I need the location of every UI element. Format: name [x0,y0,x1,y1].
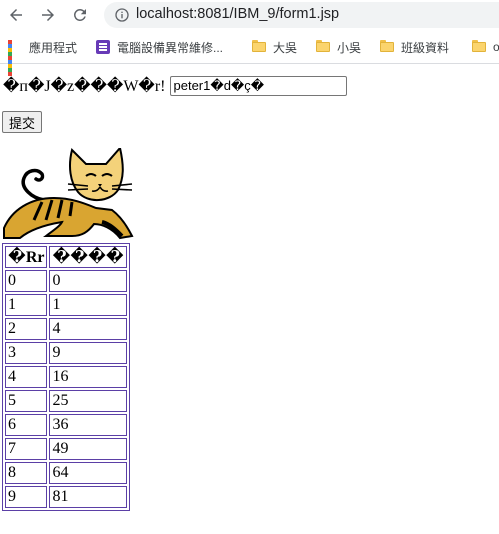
table-row: 00 [5,270,127,292]
folder-icon [252,40,266,54]
bookmarks-bar: 應用程式 電腦設備異常維修... 大吳 小吳 班級資料 o [0,30,499,76]
url-text[interactable]: localhost:8081/IBM_9/form1.jsp [136,6,339,22]
folder-icon [472,40,486,54]
name-prompt-label: �п�J�z���W�r! [3,78,166,95]
table-cell: 3 [5,342,48,364]
table-cell: 1 [5,294,48,316]
bookmark-label: 應用程式 [29,40,78,55]
squares-table: �Rr ���� 00 11 24 39 4 16 5 25 6 36 7 49 8 64… [2,243,130,511]
table-row: 39 [5,342,127,364]
bookmark-label: 小吳 [337,40,362,55]
bookmark-folder-dawu[interactable]: 大吳 [252,38,297,56]
bookmark-repair-form[interactable]: 電腦設備異常維修... [96,38,223,56]
name-input[interactable] [169,76,347,96]
table-row: 6 36 [5,414,127,436]
folder-icon [316,40,330,54]
table-cell: 25 [49,390,127,412]
forward-button[interactable] [36,3,60,27]
bookmark-label: o [493,40,499,54]
bookmark-folder-xiaowu[interactable]: 小吳 [316,38,361,56]
tomcat-logo [3,148,134,240]
bookmark-label: 班級資料 [401,40,450,55]
address-bar[interactable]: localhost:8081/IBM_9/form1.jsp [104,2,499,28]
table-cell: 81 [49,486,127,508]
table-cell: 0 [5,270,48,292]
table-cell: 9 [5,486,48,508]
table-row: 5 25 [5,390,127,412]
page-content: �п�J�z���W�r! 提交 �Rr ���� 00 11 24 [0,64,499,534]
reload-button[interactable] [68,3,92,27]
table-cell: 5 [5,390,48,412]
folder-icon [380,40,394,54]
table-cell: 16 [49,366,127,388]
table-row: 7 49 [5,438,127,460]
table-row: 9 81 [5,486,127,508]
table-cell: 64 [49,462,127,484]
table-row: 8 64 [5,462,127,484]
column-header: �Rr [5,246,48,268]
reload-icon [73,8,86,21]
table-cell: 6 [5,414,48,436]
table-cell: 8 [5,462,48,484]
table-cell: 36 [49,414,127,436]
back-button[interactable] [4,3,28,27]
table-cell: 7 [5,438,48,460]
table-cell: 0 [49,270,127,292]
table-header-row: �Rr ���� [5,246,127,268]
table-cell: 2 [5,318,48,340]
form-page-icon [96,40,110,54]
column-header: ���� [49,246,127,268]
submit-button[interactable]: 提交 [2,111,43,133]
table-cell: 9 [49,342,127,364]
table-cell: 4 [5,366,48,388]
bookmark-folder-overflow[interactable]: o [472,38,499,56]
info-icon[interactable] [114,7,130,23]
table-cell: 49 [49,438,127,460]
bookmark-label: 大吳 [273,40,298,55]
bookmark-label: 電腦設備異常維修... [117,40,224,55]
arrow-left-icon [10,9,22,21]
name-form-row: �п�J�z���W�r! [3,76,347,96]
apps-grid-icon [8,40,22,76]
table-row: 4 16 [5,366,127,388]
browser-toolbar: localhost:8081/IBM_9/form1.jsp [0,0,499,30]
bookmark-apps[interactable]: 應用程式 [8,38,78,76]
table-cell: 4 [49,318,127,340]
table-row: 11 [5,294,127,316]
arrow-right-icon [42,9,54,21]
table-row: 24 [5,318,127,340]
bookmark-folder-class[interactable]: 班級資料 [380,38,449,56]
table-cell: 1 [49,294,127,316]
